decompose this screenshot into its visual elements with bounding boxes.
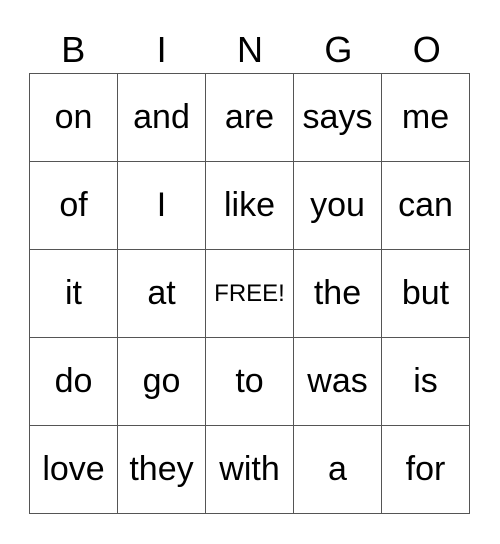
- bingo-row: of I like you can: [29, 161, 470, 250]
- bingo-cell[interactable]: are: [205, 73, 294, 162]
- bingo-cell[interactable]: like: [205, 161, 294, 250]
- bingo-cell[interactable]: of: [29, 161, 118, 250]
- bingo-cell[interactable]: at: [117, 249, 206, 338]
- bingo-cell[interactable]: with: [205, 425, 294, 514]
- bingo-row: on and are says me: [29, 73, 470, 162]
- bingo-cell[interactable]: do: [29, 337, 118, 426]
- bingo-cell[interactable]: love: [29, 425, 118, 514]
- header-letter-n: N: [236, 29, 263, 70]
- free-space-cell[interactable]: FREE!: [205, 249, 294, 338]
- bingo-cell[interactable]: but: [381, 249, 470, 338]
- bingo-cell[interactable]: a: [293, 425, 382, 514]
- bingo-cell[interactable]: was: [293, 337, 382, 426]
- header-letter-o: O: [412, 29, 441, 70]
- bingo-cell[interactable]: on: [29, 73, 118, 162]
- bingo-row: it at FREE! the but: [29, 249, 470, 338]
- bingo-card: on and are says me of I like you can it …: [29, 73, 470, 514]
- bingo-header: B I N G O: [29, 28, 471, 72]
- bingo-cell[interactable]: is: [381, 337, 470, 426]
- bingo-cell[interactable]: the: [293, 249, 382, 338]
- bingo-cell[interactable]: I: [117, 161, 206, 250]
- bingo-cell[interactable]: can: [381, 161, 470, 250]
- header-letter-g: G: [324, 29, 353, 70]
- bingo-cell[interactable]: they: [117, 425, 206, 514]
- bingo-cell[interactable]: it: [29, 249, 118, 338]
- bingo-cell[interactable]: you: [293, 161, 382, 250]
- bingo-cell[interactable]: me: [381, 73, 470, 162]
- bingo-cell[interactable]: says: [293, 73, 382, 162]
- bingo-row: do go to was is: [29, 337, 470, 426]
- bingo-cell[interactable]: and: [117, 73, 206, 162]
- header-letter-i: I: [156, 29, 167, 70]
- bingo-cell[interactable]: for: [381, 425, 470, 514]
- bingo-cell[interactable]: go: [117, 337, 206, 426]
- header-letter-b: B: [61, 29, 86, 70]
- bingo-row: love they with a for: [29, 425, 470, 514]
- bingo-cell[interactable]: to: [205, 337, 294, 426]
